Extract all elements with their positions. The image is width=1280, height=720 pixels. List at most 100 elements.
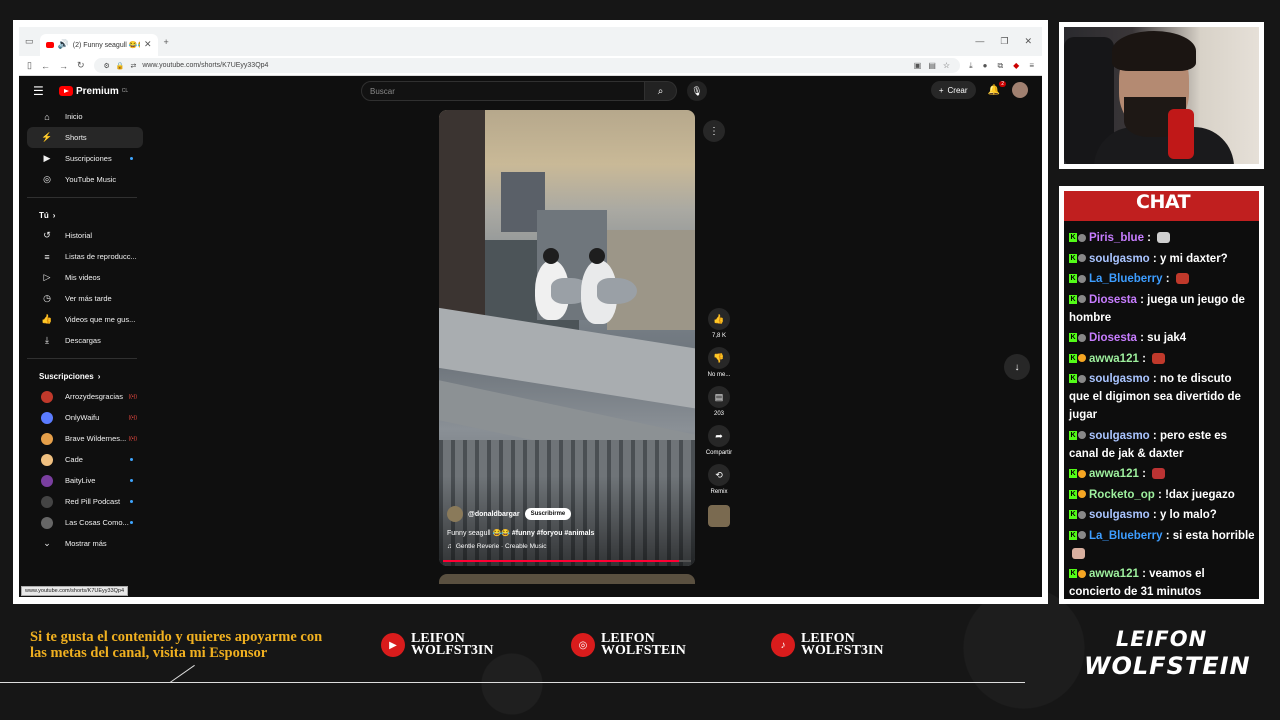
comment-count: 203 bbox=[713, 411, 724, 417]
sidebar-channel[interactable]: Red Pill Podcast bbox=[27, 491, 143, 512]
menu-icon[interactable]: ≡ bbox=[1029, 61, 1034, 71]
chat-username[interactable]: awwa121 bbox=[1089, 468, 1139, 480]
section-title: Suscripciones bbox=[39, 371, 94, 381]
url-field[interactable]: ⚙ 🔒 ⇄ www.youtube.com/shorts/K7UEyy33Qp4… bbox=[93, 58, 961, 73]
voice-search-button[interactable]: 🎙 bbox=[687, 81, 707, 101]
new-content-dot bbox=[130, 479, 133, 482]
channel-avatar[interactable] bbox=[447, 506, 463, 522]
subscriptions-section-header[interactable]: Suscripciones › bbox=[19, 366, 145, 386]
video-progress-bar[interactable] bbox=[443, 560, 691, 562]
reload-icon[interactable]: ↻ bbox=[77, 60, 85, 71]
shield-icon[interactable]: ◆ bbox=[1013, 61, 1019, 71]
sidebar-channel[interactable]: OnlyWaifu ((•)) bbox=[27, 407, 143, 428]
close-window-icon[interactable]: ✕ bbox=[1024, 36, 1032, 47]
new-tab-icon[interactable]: + bbox=[164, 37, 169, 47]
minimize-icon[interactable]: — bbox=[975, 36, 984, 47]
channel-handle[interactable]: @donaldbargar bbox=[468, 511, 520, 518]
browser-frame: ▭ 🔊 (2) Funny seagull 😂😂 #f ✕ + — ❐ ✕ ▯ … bbox=[13, 20, 1048, 604]
sidebar-item-label: Videos que me gus... bbox=[65, 315, 136, 324]
hamburger-menu-icon[interactable]: ☰ bbox=[33, 84, 59, 98]
sidebar-item-label: Mis videos bbox=[65, 273, 101, 282]
sidebar-item-shorts[interactable]: ⚡ Shorts bbox=[27, 127, 143, 148]
sidebar-channel[interactable]: BaityLive bbox=[27, 470, 143, 491]
back-icon[interactable]: ← bbox=[41, 61, 50, 71]
sidebar-item-inicio[interactable]: ⌂ Inicio bbox=[27, 106, 143, 127]
chat-username[interactable]: Diosesta bbox=[1089, 332, 1137, 344]
webcam-frame bbox=[1059, 22, 1264, 169]
sidebar-channel[interactable]: Las Cosas Como... bbox=[27, 512, 143, 533]
brand-line: LEIFON bbox=[1115, 627, 1208, 651]
extensions-icon[interactable]: ⧉ bbox=[997, 61, 1003, 71]
video-hashtags[interactable]: #funny #foryou #animals bbox=[512, 530, 594, 537]
sidebar-toggle-icon[interactable]: ▯ bbox=[27, 60, 32, 71]
reader-icon[interactable]: ▤ bbox=[928, 61, 936, 70]
sidebar-item-descargas[interactable]: ⤓ Descargas bbox=[27, 330, 143, 351]
sidebar-item-youtube-music[interactable]: ◎ YouTube Music bbox=[27, 169, 143, 190]
sidebar-channel[interactable]: Cade bbox=[27, 449, 143, 470]
chat-username[interactable]: soulgasmo bbox=[1089, 373, 1150, 385]
youtube-premium-logo[interactable]: Premium CL bbox=[59, 86, 128, 97]
next-short-preview[interactable] bbox=[439, 574, 695, 584]
show-more-button[interactable]: ⌄ Mostrar más bbox=[27, 533, 143, 554]
sidebar-item-label: Descargas bbox=[65, 336, 101, 345]
my-videos-icon: ▷ bbox=[43, 272, 51, 282]
comments-button[interactable]: ▤ bbox=[708, 386, 730, 408]
search-placeholder: Buscar bbox=[370, 86, 395, 96]
chat-message: K Diosesta : juega un jeugo de hombre bbox=[1069, 291, 1255, 327]
account-icon[interactable]: ● bbox=[983, 61, 988, 71]
music-link[interactable]: ♫ Gentle Reverie · Creable Music bbox=[447, 543, 687, 550]
share-icon: ➦ bbox=[715, 430, 723, 441]
translate-icon[interactable]: ▣ bbox=[914, 61, 922, 70]
tab-close-icon[interactable]: ✕ bbox=[144, 39, 152, 50]
chevron-right-icon: › bbox=[97, 371, 101, 381]
clock-icon: ◷ bbox=[43, 293, 51, 303]
dislike-button[interactable]: 👎 bbox=[708, 347, 730, 369]
sidebar-item-suscripciones[interactable]: ▶ Suscripciones bbox=[27, 148, 143, 169]
speaker-icon[interactable]: 🔊 bbox=[58, 39, 69, 50]
sidebar-item-mis-videos[interactable]: ▷ Mis videos bbox=[27, 267, 143, 288]
sidebar-item-historial[interactable]: ↺ Historial bbox=[27, 225, 143, 246]
sidebar-channel[interactable]: Brave Wildernes... ((•)) bbox=[27, 428, 143, 449]
bookmark-star-icon[interactable]: ☆ bbox=[943, 61, 950, 70]
chat-username[interactable]: soulgasmo bbox=[1089, 509, 1150, 521]
chat-username[interactable]: Diosesta bbox=[1089, 294, 1137, 306]
new-content-dot bbox=[130, 500, 133, 503]
forward-icon[interactable]: → bbox=[59, 61, 68, 71]
chat-username[interactable]: soulgasmo bbox=[1089, 253, 1150, 265]
search-button[interactable]: ⌕ bbox=[645, 81, 677, 101]
site-info-icon[interactable]: ⚙ bbox=[104, 62, 110, 70]
downloads-icon[interactable]: ⤓ bbox=[969, 61, 973, 71]
chat-username[interactable]: Rocketo_op bbox=[1089, 489, 1155, 501]
create-button[interactable]: + Crear bbox=[930, 81, 976, 99]
subscribe-button[interactable]: Suscribirme bbox=[524, 508, 572, 520]
tab-title: (2) Funny seagull 😂😂 #f bbox=[72, 41, 140, 49]
chat-username[interactable]: awwa121 bbox=[1089, 568, 1139, 580]
chat-username[interactable]: La_Blueberry bbox=[1089, 530, 1163, 542]
like-button[interactable]: 👍 bbox=[708, 308, 730, 330]
notifications-button[interactable]: 🔔 2 bbox=[988, 80, 1006, 96]
remix-button[interactable]: ⟲ bbox=[708, 464, 730, 486]
next-video-button[interactable]: ↓ bbox=[1004, 354, 1030, 380]
sidebar-channel[interactable]: Arrozydesgracias ((•)) bbox=[27, 386, 143, 407]
you-section-header[interactable]: Tú › bbox=[19, 205, 145, 225]
chat-separator: : bbox=[1149, 429, 1160, 442]
sidebar-item-ver-mas-tarde[interactable]: ◷ Ver más tarde bbox=[27, 288, 143, 309]
shorts-video-player[interactable]: @donaldbargar Suscribirme Funny seagull … bbox=[439, 110, 695, 566]
chat-username[interactable]: La_Blueberry bbox=[1089, 273, 1163, 285]
search-input[interactable]: Buscar bbox=[361, 81, 645, 101]
chat-username[interactable]: Piris_blue bbox=[1089, 232, 1144, 244]
sidebar-item-liked-videos[interactable]: 👍 Videos que me gus... bbox=[27, 309, 143, 330]
chat-username[interactable]: awwa121 bbox=[1089, 353, 1139, 365]
permissions-icon[interactable]: ⇄ bbox=[131, 62, 137, 70]
tab-youtube-short[interactable]: 🔊 (2) Funny seagull 😂😂 #f ✕ bbox=[39, 33, 158, 56]
restore-icon[interactable]: ❐ bbox=[1000, 36, 1008, 47]
tab-actions-icon[interactable]: ▭ bbox=[25, 36, 34, 47]
more-options-button[interactable]: ⋮ bbox=[703, 120, 725, 142]
chat-username[interactable]: soulgasmo bbox=[1089, 430, 1150, 442]
user-avatar[interactable] bbox=[1012, 82, 1028, 98]
sidebar-item-playlists[interactable]: ≡ Listas de reproducc... bbox=[27, 246, 143, 267]
thumbs-up-icon: 👍 bbox=[713, 313, 725, 324]
share-button[interactable]: ➦ bbox=[708, 425, 730, 447]
audio-thumbnail[interactable] bbox=[708, 505, 730, 527]
chat-message: Kawwa121 : bbox=[1069, 350, 1255, 368]
